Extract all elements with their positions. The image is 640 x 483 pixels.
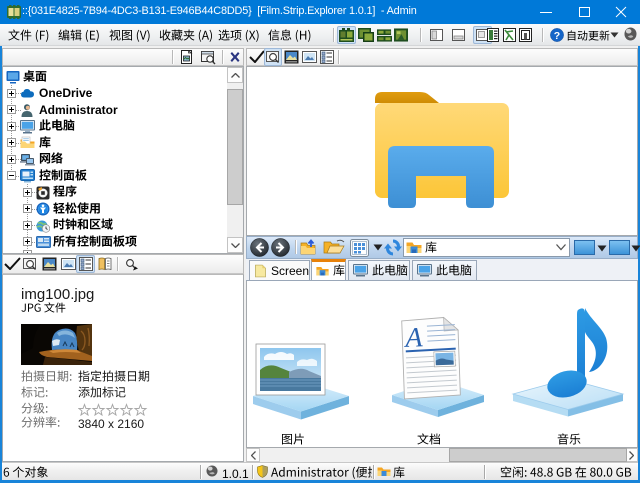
svg-text:?: ?	[554, 30, 560, 42]
svg-text:A: A	[403, 322, 424, 354]
